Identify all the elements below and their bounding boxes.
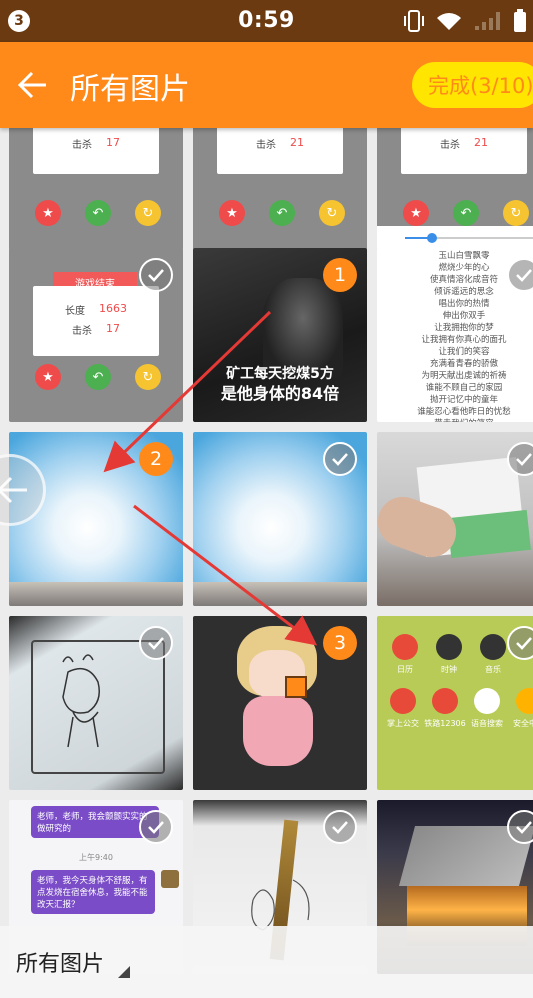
signal-icon	[473, 10, 503, 36]
annotation-arrows	[103, 310, 318, 646]
back-arrow-icon[interactable]	[16, 68, 50, 102]
album-label[interactable]: 所有图片	[16, 946, 104, 978]
status-icons	[403, 9, 527, 37]
battery-icon	[513, 9, 527, 37]
status-bar: 3 0:59	[0, 0, 533, 42]
done-button[interactable]: 完成(3/10)	[412, 62, 533, 108]
side-back-handle[interactable]	[0, 454, 46, 526]
app-bar: 所有图片 完成(3/10)	[0, 42, 533, 128]
page-title: 所有图片	[70, 72, 190, 107]
photo-grid: 击杀 17 ★ ↶ ↻ 击杀 21 ★ ↶ ↻ 击杀 21 ★ ↶ ↻ 游戏结束 长度…	[0, 128, 533, 998]
album-selector-bar[interactable]: 所有图片	[0, 926, 533, 998]
wifi-icon	[435, 10, 463, 36]
vibrate-icon	[403, 9, 425, 37]
dropdown-triangle-icon[interactable]	[118, 966, 130, 978]
